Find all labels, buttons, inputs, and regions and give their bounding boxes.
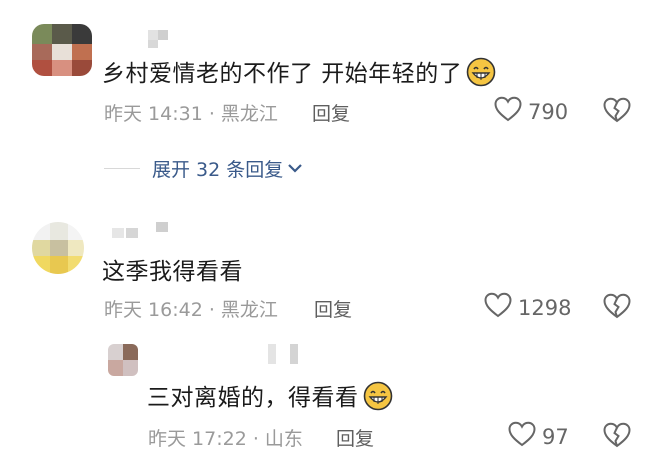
- like-count: 790: [528, 99, 569, 124]
- heart-icon: [508, 421, 536, 452]
- dislike-button[interactable]: [603, 97, 631, 127]
- dislike-button[interactable]: [603, 293, 631, 323]
- like-count: 97: [542, 424, 569, 449]
- reply-button[interactable]: 回复: [314, 295, 352, 322]
- heart-icon: [494, 96, 522, 127]
- avatar[interactable]: [108, 344, 138, 376]
- grinning-emoji-icon: [466, 57, 496, 93]
- comment-text: 三对离婚的，得看看: [147, 378, 393, 417]
- expand-replies-button[interactable]: 展开 32 条回复: [104, 155, 303, 182]
- like-button[interactable]: 1298: [484, 292, 571, 323]
- comment-text: 这季我得看看: [102, 259, 243, 285]
- like-button[interactable]: 790: [494, 96, 568, 127]
- heart-icon: [484, 292, 512, 323]
- reply-button[interactable]: 回复: [312, 99, 350, 126]
- comment-meta: 昨天 16:42 · 黑龙江: [104, 299, 278, 321]
- comment-meta: 昨天 17:22 · 山东: [148, 428, 303, 450]
- broken-heart-icon: [603, 293, 631, 319]
- username[interactable]: [268, 344, 304, 364]
- username[interactable]: [148, 30, 168, 48]
- divider-line: [104, 168, 140, 169]
- broken-heart-icon: [603, 97, 631, 123]
- username[interactable]: [112, 222, 172, 238]
- reply-button[interactable]: 回复: [336, 424, 374, 451]
- dislike-button[interactable]: [603, 422, 631, 452]
- grinning-emoji-icon: [363, 381, 393, 417]
- like-button[interactable]: 97: [508, 421, 569, 452]
- avatar[interactable]: [32, 24, 92, 76]
- broken-heart-icon: [603, 422, 631, 448]
- avatar[interactable]: [32, 222, 84, 274]
- chevron-down-icon: [287, 159, 303, 178]
- expand-replies-label: 展开 32 条回复: [152, 159, 284, 181]
- comment-text: 乡村爱情老的不作了 开始年轻的了: [102, 54, 496, 93]
- comment-meta: 昨天 14:31 · 黑龙江: [104, 103, 278, 125]
- like-count: 1298: [518, 295, 572, 320]
